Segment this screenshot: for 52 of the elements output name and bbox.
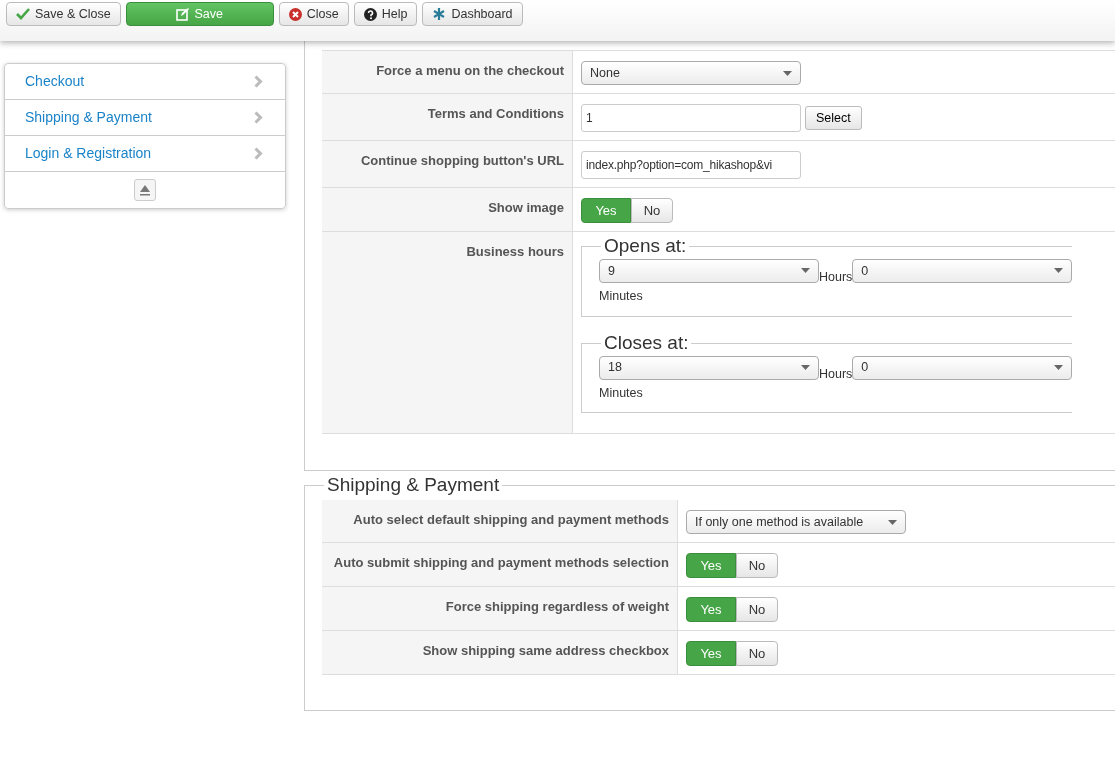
asterisk-icon <box>432 7 447 21</box>
dropdown[interactable]: 0 <box>852 355 1073 380</box>
close-icon <box>288 7 302 21</box>
toggle-option[interactable]: No <box>736 597 778 623</box>
caret-icon <box>783 70 792 76</box>
sidebar-item[interactable]: Checkout <box>5 64 285 100</box>
field-label: Show shipping same address checkbox <box>322 631 678 675</box>
field-label: Auto select default shipping and payment methods <box>322 500 678 543</box>
hours-label: Hours <box>819 269 853 287</box>
field-label: Force a menu on the checkout <box>322 51 573 93</box>
field-label: Show image <box>322 188 573 231</box>
group-title: Closes at: <box>603 332 690 354</box>
sidebar-item[interactable]: Shipping & Payment <box>5 100 285 136</box>
dropdown[interactable]: None <box>581 61 801 85</box>
edit-icon <box>176 7 190 21</box>
chevron-icon <box>254 111 263 124</box>
toolbar-button[interactable]: Save & Close <box>6 2 121 26</box>
sidebar-item[interactable]: Login & Registration <box>5 136 285 172</box>
toolbar-button[interactable]: Dashboard <box>422 2 523 26</box>
field-label: Auto submit shipping and payment methods selection <box>322 543 678 587</box>
collapse-button[interactable] <box>134 179 156 201</box>
dropdown[interactable]: 18 <box>599 355 819 380</box>
check-icon <box>16 8 30 20</box>
toolbar-button[interactable]: Help <box>353 2 418 26</box>
minutes-label: Minutes <box>599 287 644 305</box>
field-label: Terms and Conditions <box>322 94 573 140</box>
caret-icon <box>801 268 810 274</box>
url-field[interactable]: index.php?option=com_hikashop&vi <box>581 151 801 179</box>
dropdown[interactable]: If only one method is available <box>686 510 906 535</box>
select-button[interactable]: Select <box>805 106 862 130</box>
caret-icon <box>1054 365 1064 371</box>
chevron-icon <box>254 147 263 160</box>
field-label: Force shipping regardless of weight <box>322 587 678 631</box>
field-label: Business hours <box>322 232 573 434</box>
minutes-label: Minutes <box>599 384 644 402</box>
dropdown[interactable]: 9 <box>599 258 819 283</box>
field-label: Continue shopping button's URL <box>322 141 573 187</box>
toggle-option[interactable]: No <box>736 553 778 579</box>
help-icon <box>363 7 377 21</box>
caret-icon <box>1054 268 1064 274</box>
text-field[interactable]: 1 <box>581 104 801 132</box>
caret-icon <box>801 365 810 371</box>
section-title: Shipping & Payment <box>326 475 501 497</box>
eject-icon <box>139 184 151 196</box>
hours-label: Hours <box>819 365 853 383</box>
toggle-option[interactable]: No <box>736 641 778 667</box>
toggle-option[interactable]: No <box>631 198 673 223</box>
toolbar-button[interactable]: Close <box>278 2 349 26</box>
chevron-icon <box>254 75 263 88</box>
group-title: Opens at: <box>603 236 688 257</box>
caret-icon <box>888 519 897 525</box>
dropdown[interactable]: 0 <box>852 258 1073 283</box>
